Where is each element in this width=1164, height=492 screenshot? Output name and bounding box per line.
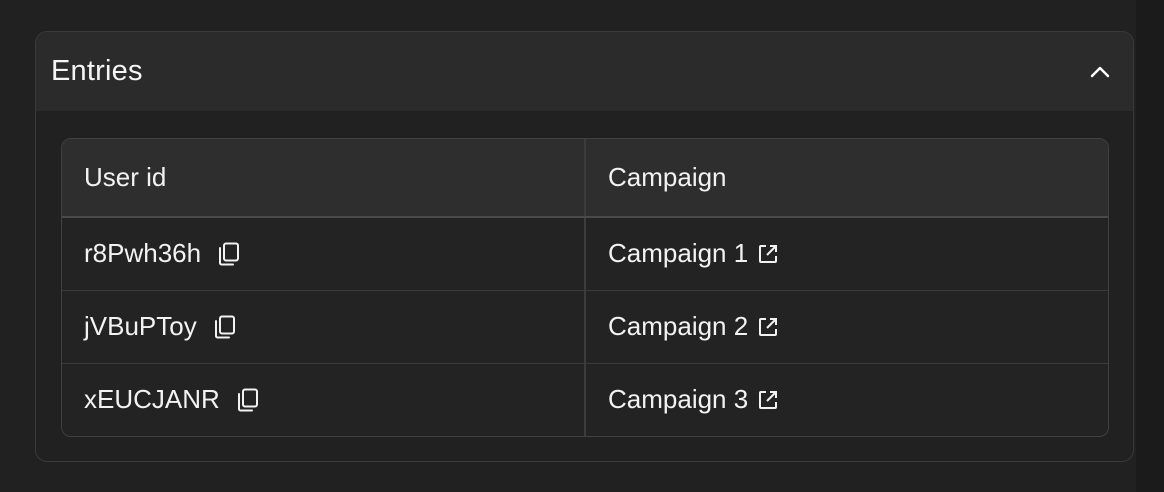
copy-icon: [237, 388, 258, 412]
content-area: Entries User id Campaign r8Pwh36h Campai…: [0, 0, 1136, 492]
copy-icon: [219, 242, 240, 266]
external-link-icon: [759, 317, 778, 336]
user-id-text: xEUCJANR: [84, 384, 220, 415]
panel-title: Entries: [51, 55, 143, 87]
campaign-cell: Campaign 2: [585, 290, 1108, 364]
page: Entries User id Campaign r8Pwh36h Campai…: [0, 0, 1164, 492]
column-header-campaign: Campaign: [585, 139, 1108, 218]
table-row: r8Pwh36h Campaign 1: [62, 217, 1108, 291]
open-campaign-button[interactable]: [755, 241, 781, 267]
collapse-button[interactable]: [1083, 55, 1117, 89]
table-row: jVBuPToy Campaign 2: [62, 290, 1108, 364]
entries-table: User id Campaign r8Pwh36h Campaign 1 jVB…: [61, 138, 1109, 437]
user-id-text: jVBuPToy: [84, 311, 197, 341]
external-link-icon: [759, 244, 778, 263]
copy-button[interactable]: [234, 386, 262, 414]
external-link-icon: [759, 390, 778, 409]
campaign-link[interactable]: Campaign 1: [608, 238, 748, 269]
chevron-up-icon: [1090, 66, 1110, 77]
table-header-row: User id Campaign: [62, 139, 1108, 218]
column-header-user-id: User id: [62, 139, 586, 218]
table-row: xEUCJANR Campaign 3: [62, 363, 1108, 436]
campaign-link[interactable]: Campaign 3: [608, 384, 748, 415]
user-id-cell: jVBuPToy: [62, 290, 586, 364]
campaign-cell: Campaign 1: [585, 217, 1108, 291]
user-id-cell: xEUCJANR: [62, 363, 586, 436]
open-campaign-button[interactable]: [755, 387, 781, 413]
campaign-link[interactable]: Campaign 2: [608, 311, 748, 342]
entries-panel-header[interactable]: Entries: [36, 32, 1133, 111]
open-campaign-button[interactable]: [755, 314, 781, 340]
copy-button[interactable]: [215, 240, 243, 268]
copy-icon: [214, 315, 235, 338]
entries-panel: Entries User id Campaign r8Pwh36h Campai…: [35, 31, 1134, 462]
user-id-text: r8Pwh36h: [84, 238, 202, 269]
campaign-cell: Campaign 3: [585, 363, 1108, 436]
user-id-cell: r8Pwh36h: [62, 217, 586, 291]
copy-button[interactable]: [211, 313, 239, 341]
